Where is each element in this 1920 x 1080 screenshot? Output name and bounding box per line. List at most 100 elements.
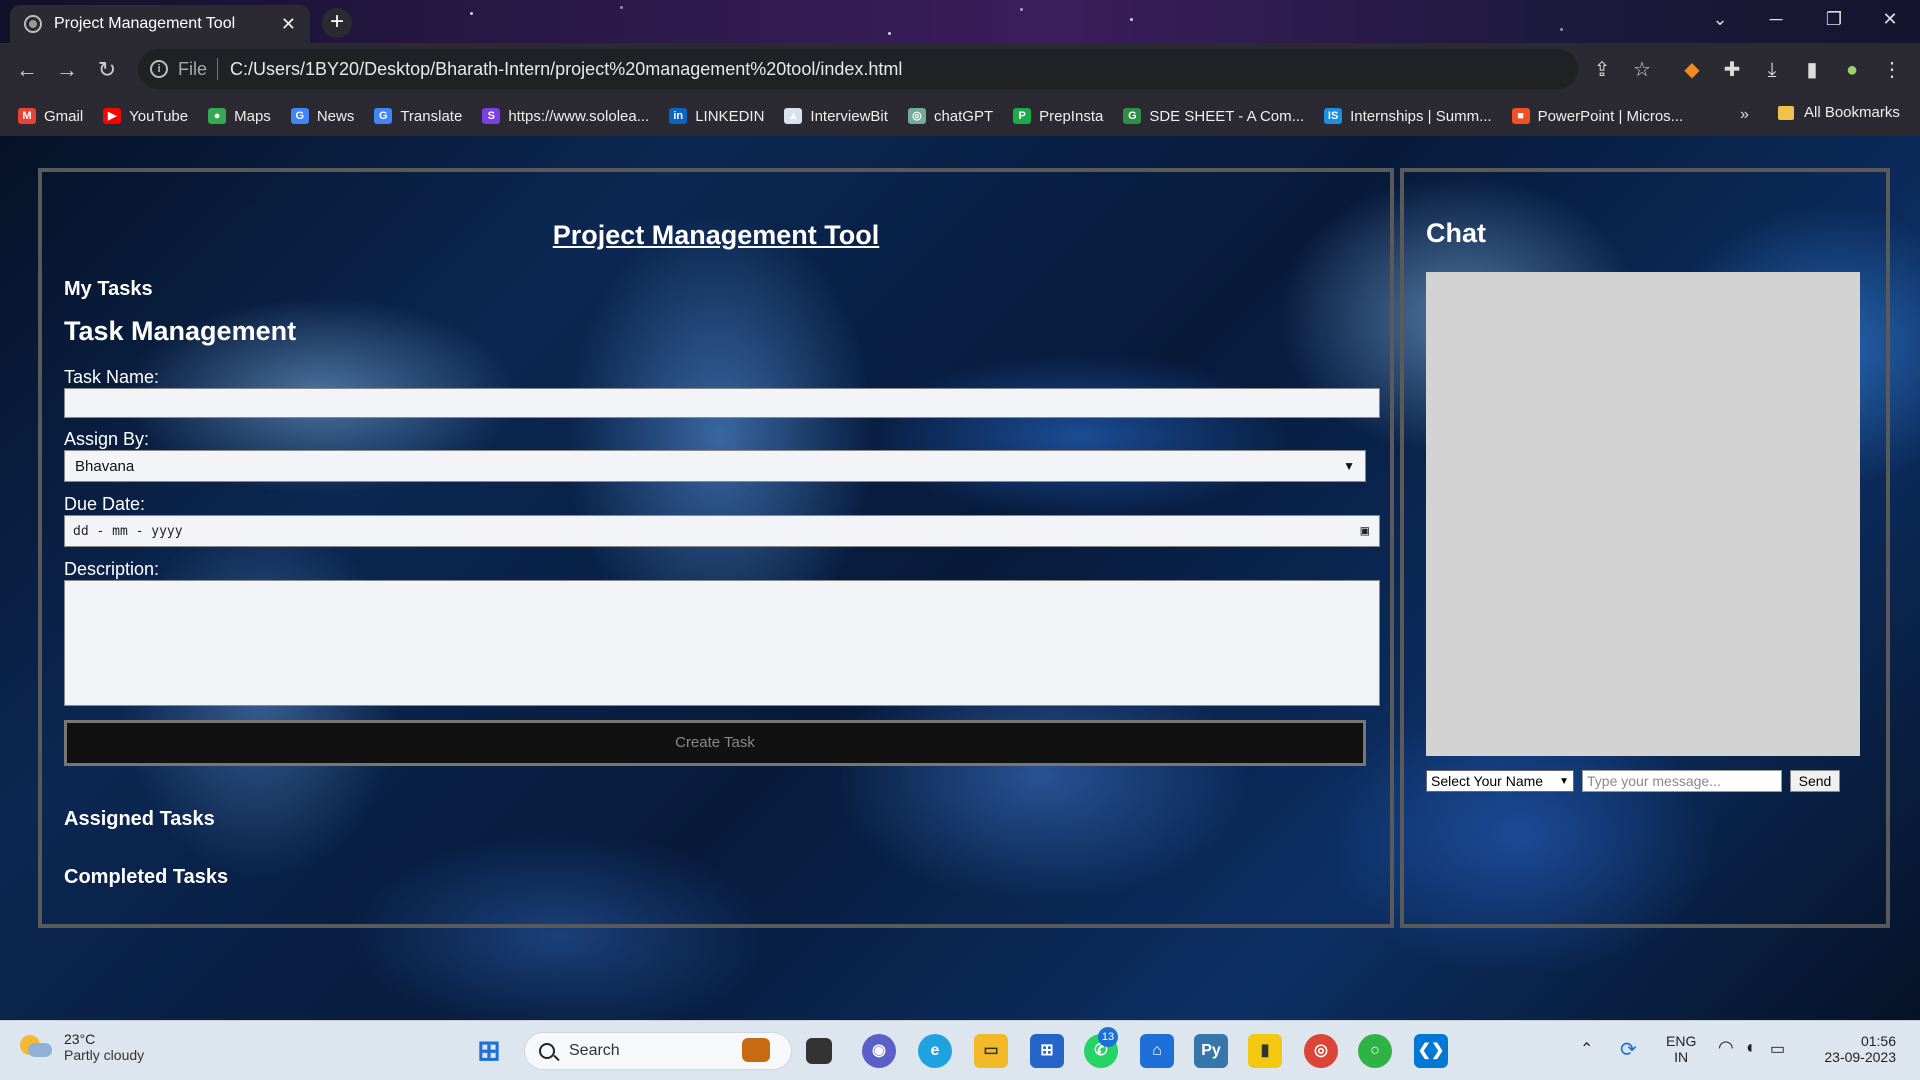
reload-button[interactable]: ↻	[92, 55, 122, 85]
show-hidden-icons-icon[interactable]: ⌃	[1580, 1039, 1593, 1080]
metamask-extension-icon[interactable]: ◆	[1678, 56, 1706, 84]
chevron-down-icon: ▼	[1343, 459, 1355, 473]
url-bar[interactable]: i File C:/Users/1BY20/Desktop/Bharath-In…	[138, 49, 1578, 89]
bookmark-label: https://www.sololea...	[508, 107, 650, 125]
briefcase-icon[interactable]	[742, 1038, 770, 1062]
globe-icon	[24, 15, 42, 33]
edge-icon[interactable]: e	[918, 1034, 952, 1068]
bookmark-item[interactable]: IS Internships | Summ...	[1324, 108, 1492, 125]
start-windows-icon[interactable]: ⊞	[472, 1034, 506, 1068]
chat-panel: Chat Select Your Name ▼ Type your messag…	[1400, 168, 1890, 928]
due-date-input[interactable]: dd - mm - yyyy ▣	[64, 515, 1380, 547]
microsoft-store-icon[interactable]: ⊞	[1030, 1034, 1064, 1068]
chat-name-select[interactable]: Select Your Name ▼	[1426, 770, 1574, 792]
extensions-icon[interactable]: ✚	[1718, 56, 1746, 84]
clock-date: 23-09-2023	[1824, 1049, 1896, 1065]
bookmark-label: Gmail	[44, 107, 84, 125]
clock[interactable]: 01:56 23-09-2023	[1816, 1033, 1896, 1080]
tab-search-icon[interactable]: ⌄	[1692, 0, 1748, 38]
new-tab-button[interactable]: +	[322, 8, 352, 38]
search-label: Search	[569, 1042, 620, 1059]
task-name-input[interactable]	[64, 388, 1380, 418]
sde-sheet-icon: G	[1123, 108, 1142, 124]
forward-button[interactable]: →	[52, 55, 82, 85]
side-panel-icon[interactable]: ▮	[1798, 56, 1826, 84]
maps-icon: ●	[208, 108, 227, 124]
minimize-button[interactable]: ─	[1748, 0, 1804, 38]
description-textarea[interactable]	[64, 580, 1380, 706]
url-text[interactable]: C:/Users/1BY20/Desktop/Bharath-Intern/pr…	[230, 59, 902, 80]
bookmark-item[interactable]: ◎ chatGPT	[907, 108, 993, 125]
restore-button[interactable]: ❐	[1806, 0, 1862, 38]
browser-tab[interactable]: Project Management Tool ✕	[10, 5, 310, 43]
bookmark-item[interactable]: G Translate	[374, 108, 462, 125]
close-tab-icon[interactable]: ✕	[281, 14, 296, 35]
bookmarks-bar: M Gmail ▶ YouTube ● Maps G News G Translate Shttps…	[0, 96, 1920, 136]
chat-name-select-label: Select Your Name	[1431, 773, 1544, 789]
assign-by-select[interactable]: Bhavana ▼	[64, 450, 1366, 482]
bookmark-item[interactable]: ● Maps	[208, 108, 271, 125]
weather-condition: Partly cloudy	[64, 1047, 145, 1063]
bookmark-item[interactable]: P PrepInsta	[1013, 108, 1103, 125]
bookmark-label: LINKEDIN	[695, 107, 765, 125]
more-bookmarks-button[interactable]: »	[1740, 106, 1749, 124]
bookmark-item[interactable]: M Gmail	[18, 108, 83, 125]
youtube-icon: ▶	[103, 108, 122, 124]
profile-avatar-icon[interactable]: ●	[1838, 56, 1866, 84]
folder-icon	[1778, 105, 1794, 120]
download-icon[interactable]: ⤓	[1758, 56, 1786, 84]
url-scheme: File	[178, 58, 208, 79]
sync-icon[interactable]: ⟳	[1620, 1037, 1637, 1080]
power-bi-icon[interactable]: ▮	[1248, 1034, 1282, 1068]
bookmark-item[interactable]: ■ PowerPoint | Micros...	[1511, 107, 1684, 125]
bookmark-item[interactable]: G SDE SHEET - A Com...	[1123, 108, 1304, 125]
bookmark-label: SDE SHEET - A Com...	[1149, 107, 1305, 125]
gmail-icon: M	[18, 108, 36, 124]
bookmark-label: PowerPoint | Micros...	[1537, 107, 1684, 125]
bookmark-item[interactable]: G News	[290, 107, 355, 125]
interviewbit-icon: ▲	[784, 108, 803, 124]
news-icon: G	[290, 108, 309, 124]
bookmark-item[interactable]: Shttps://www.sololea...	[482, 108, 649, 125]
info-icon[interactable]: i	[150, 60, 168, 78]
browser-titlebar: Project Management Tool ✕ + ⌄ ─ ❐ ✕	[0, 0, 1920, 43]
file-explorer-icon[interactable]: ▭	[974, 1034, 1008, 1068]
vscode-icon[interactable]: ❮❯	[1414, 1034, 1448, 1068]
description-label: Description:	[64, 559, 160, 579]
bookmark-label: News	[316, 107, 355, 125]
chrome-icon[interactable]: ◎	[1304, 1034, 1338, 1068]
bookmark-item[interactable]: ▶ YouTube	[103, 108, 188, 125]
close-window-button[interactable]: ✕	[1862, 0, 1918, 38]
menu-kebab-icon[interactable]: ⋮	[1878, 56, 1906, 84]
wifi-icon[interactable]: ◠	[1718, 1037, 1734, 1080]
address-bar-row: ← → ↻ i File C:/Users/1BY20/Desktop/Bhar…	[0, 43, 1920, 96]
chat-messages-area[interactable]	[1426, 272, 1860, 756]
task-view-icon[interactable]	[806, 1038, 832, 1064]
bookmark-item[interactable]: in LINKEDIN	[669, 108, 764, 125]
python-icon[interactable]: Py	[1194, 1034, 1228, 1068]
tab-title: Project Management Tool	[54, 15, 236, 32]
whatsapp-badge: 13	[1098, 1027, 1118, 1047]
remote-desktop-icon[interactable]: ⌂	[1140, 1034, 1174, 1068]
bookmark-star-icon[interactable]: ☆	[1628, 56, 1656, 84]
language-line-2: IN	[1674, 1049, 1689, 1065]
send-button[interactable]: Send	[1790, 770, 1840, 792]
bookmark-item[interactable]: ▲ InterviewBit	[784, 108, 888, 125]
teams-chat-icon[interactable]: ◉	[862, 1034, 896, 1068]
battery-icon[interactable]: ▭	[1770, 1039, 1785, 1080]
share-icon[interactable]: ⇪	[1588, 56, 1616, 84]
create-task-button[interactable]: Create Task	[64, 720, 1366, 766]
search-icon	[539, 1043, 555, 1059]
language-indicator[interactable]: ENG IN	[1666, 1033, 1696, 1080]
chevron-down-icon: ▼	[1559, 775, 1569, 787]
chat-message-input[interactable]: Type your message...	[1582, 770, 1782, 792]
weather-widget[interactable]: 23°C Partly cloudy	[20, 1031, 144, 1063]
refresh-app-icon[interactable]: ○	[1358, 1034, 1392, 1068]
all-bookmarks-button[interactable]: All Bookmarks	[1778, 104, 1900, 121]
calendar-icon[interactable]: ▣	[1361, 523, 1369, 539]
assigned-tasks-heading: Assigned Tasks	[64, 808, 215, 830]
language-line-1: ENG	[1666, 1033, 1697, 1049]
all-bookmarks-label: All Bookmarks	[1804, 104, 1900, 121]
volume-icon[interactable]: ◖	[1744, 1037, 1755, 1080]
back-button[interactable]: ←	[12, 55, 42, 85]
